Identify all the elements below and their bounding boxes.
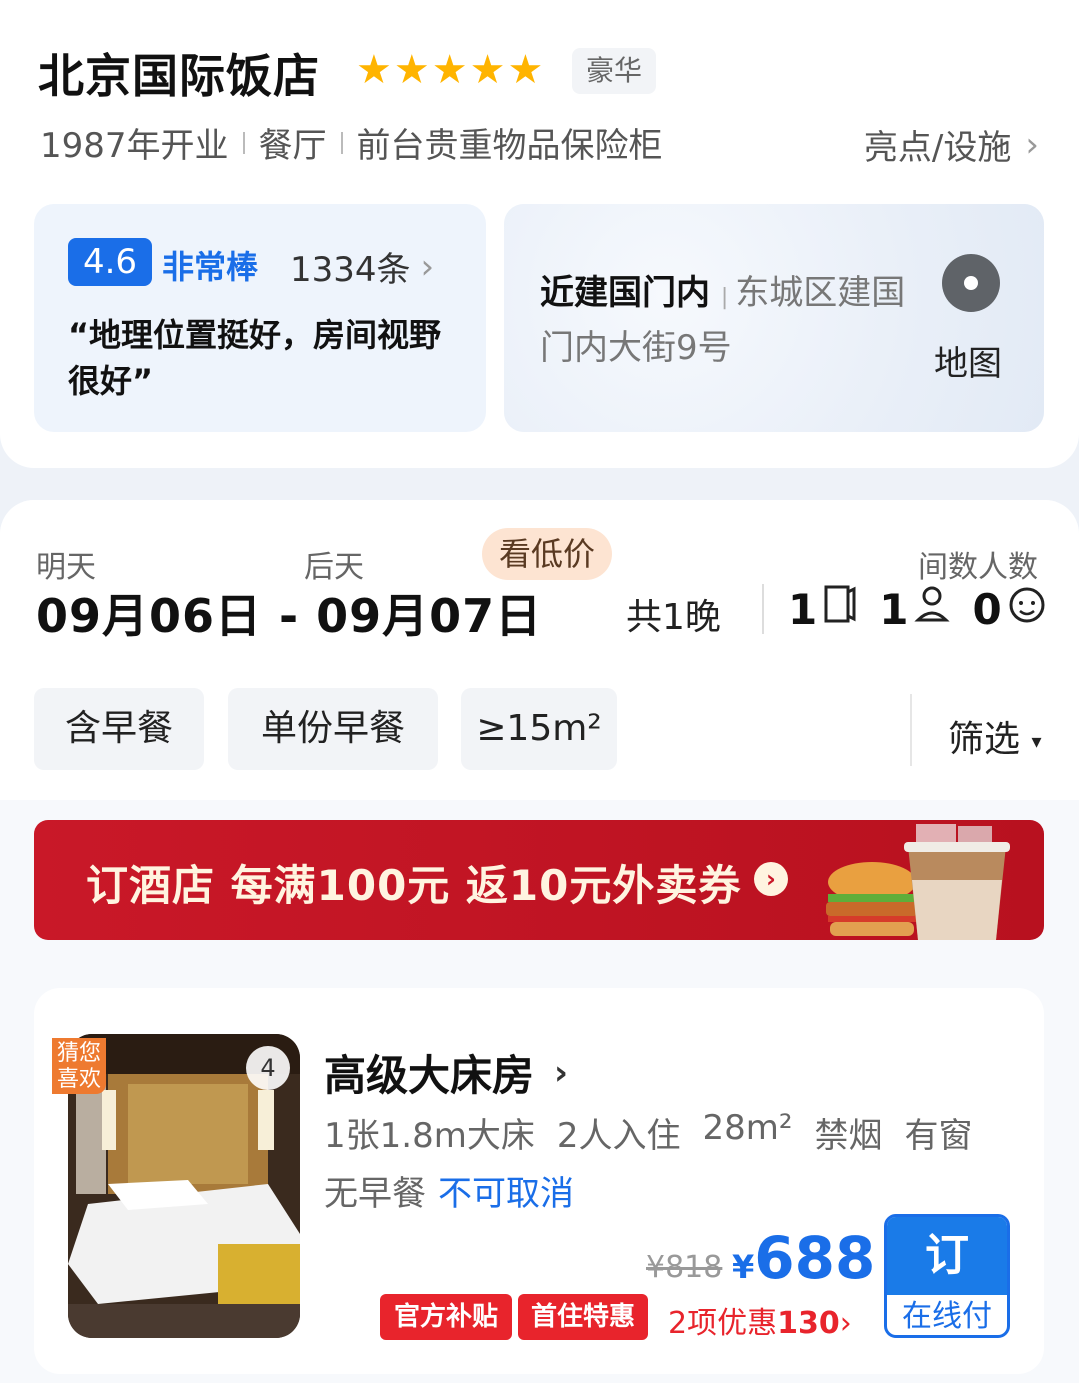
location-box[interactable]: 近建国门内 | 东城区建国门内大街9号 地图 [504,204,1044,432]
room-count: 1 [788,584,818,634]
pay-method-label: 在线付 [902,1299,992,1334]
map-button-label[interactable]: 地图 [934,336,1002,385]
facility-item: 餐厅 [258,126,327,166]
book-button[interactable]: 订 在线付 [884,1214,1010,1338]
map-pin-icon[interactable] [942,254,1000,312]
drink-icon [904,824,1010,940]
star-icon: ★ [469,47,506,93]
arrow-right-icon: › [754,862,788,896]
highlights-link[interactable]: 亮点/设施 › [864,120,1039,169]
room-card[interactable]: 猜您喜欢 4 高级大床房 › 1张1.8m大床 2人入住 28m² 禁烟 有窗 … [34,988,1044,1374]
room-attr: 28m² [702,1108,793,1148]
chevron-right-icon: › [1025,124,1039,165]
tier-badge: 豪华 [572,48,656,94]
review-score: 4.6 [68,238,152,286]
divider [242,131,245,154]
room-name-link[interactable]: 高级大床房 › [324,1042,568,1103]
nights-count: 共1晚 [626,597,721,638]
cancel-policy: 不可取消 [438,1174,574,1214]
highlights-label: 亮点/设施 [863,128,1012,168]
date-range[interactable]: 09月06日 - 09月07日 [36,580,542,646]
person-icon [914,584,951,634]
review-count-text: 1334条 [290,250,411,290]
room-attr: 禁烟 [814,1116,883,1156]
room-attributes: 1张1.8m大床 2人入住 28m² 禁烟 有窗 [324,1108,972,1157]
star-rating: ★ ★ ★ ★ ★ [356,46,543,94]
room-terms: 无早餐 不可取消 [324,1166,574,1215]
chevron-right-icon: › [839,1306,852,1341]
star-icon: ★ [431,47,468,93]
rooms-guests-label: 间数人数 [918,550,1038,585]
review-count: 1334条 › [290,242,434,291]
door-icon [823,584,857,634]
filter-chip-area[interactable]: ≥15m² [461,688,617,770]
filter-chip-breakfast[interactable]: 含早餐 [34,688,204,770]
review-summary[interactable]: 4.6 非常棒 1334条 › “地理位置挺好，房间视野很好” [34,204,486,432]
price-value: 688 [754,1224,876,1292]
original-price: ¥818 [646,1250,723,1285]
filter-label: 筛选 [948,719,1021,760]
divider: | [720,285,736,310]
promo-tag-official-subsidy: 官方补贴 [380,1294,512,1340]
child-count: 0 [972,584,1002,634]
hotel-header-card: 北京国际饭店 ★ ★ ★ ★ ★ 豪华 1987年开业 餐厅 前台贵重物品保险柜… [0,0,1079,468]
discount-summary[interactable]: 2项优惠130› [668,1298,852,1342]
adult-count: 1 [879,584,909,634]
chevron-right-icon: › [420,246,435,287]
room-attr: 有窗 [904,1116,973,1156]
caret-down-icon: ▾ [1031,729,1042,753]
facility-list: 1987年开业 餐厅 前台贵重物品保险柜 [40,118,663,167]
promo-banner[interactable]: 订酒店 每满100元 返10元外卖券 › [34,820,1044,940]
child-face-icon [1008,585,1046,634]
review-quote: “地理位置挺好，房间视野很好” [68,316,442,400]
discount-amount: 130 [777,1306,840,1341]
divider [762,584,764,634]
photo-count-badge: 4 [246,1046,290,1090]
chevron-right-icon: › [554,1052,569,1093]
rooms-guests-selector[interactable]: 1 1 0 [788,584,1046,634]
guess-you-like-tag: 猜您喜欢 [52,1038,106,1094]
current-price: ¥688 [732,1224,875,1292]
promo-tag-first-stay: 首住特惠 [518,1294,648,1340]
star-icon: ★ [356,47,392,93]
discount-prefix: 2项优惠 [668,1306,778,1341]
book-label: 订 [887,1217,1007,1295]
hotel-name: 北京国际饭店 [38,49,320,103]
currency-symbol: ¥ [732,1248,755,1286]
star-icon: ★ [507,47,544,93]
review-label: 非常棒 [162,248,259,286]
divider [910,694,912,766]
facility-item: 前台贵重物品保险柜 [356,126,663,166]
low-price-tag[interactable]: 看低价 [482,528,612,580]
room-attr: 1张1.8m大床 [324,1116,535,1156]
room-name: 高级大床房 [324,1051,535,1100]
facility-item: 1987年开业 [40,126,229,166]
banner-text: 订酒店 每满100元 返10元外卖券 [86,861,742,910]
filter-chip-single-breakfast[interactable]: 单份早餐 [228,688,438,770]
location-area: 近建国门内 [540,273,710,313]
room-attr: 2人入住 [556,1116,681,1156]
filter-button[interactable]: 筛选 ▾ [948,710,1042,762]
divider [340,131,343,154]
address-block: 近建国门内 | 东城区建国门内大街9号 [540,268,920,373]
meal-policy: 无早餐 [324,1174,426,1214]
star-icon: ★ [393,47,430,93]
